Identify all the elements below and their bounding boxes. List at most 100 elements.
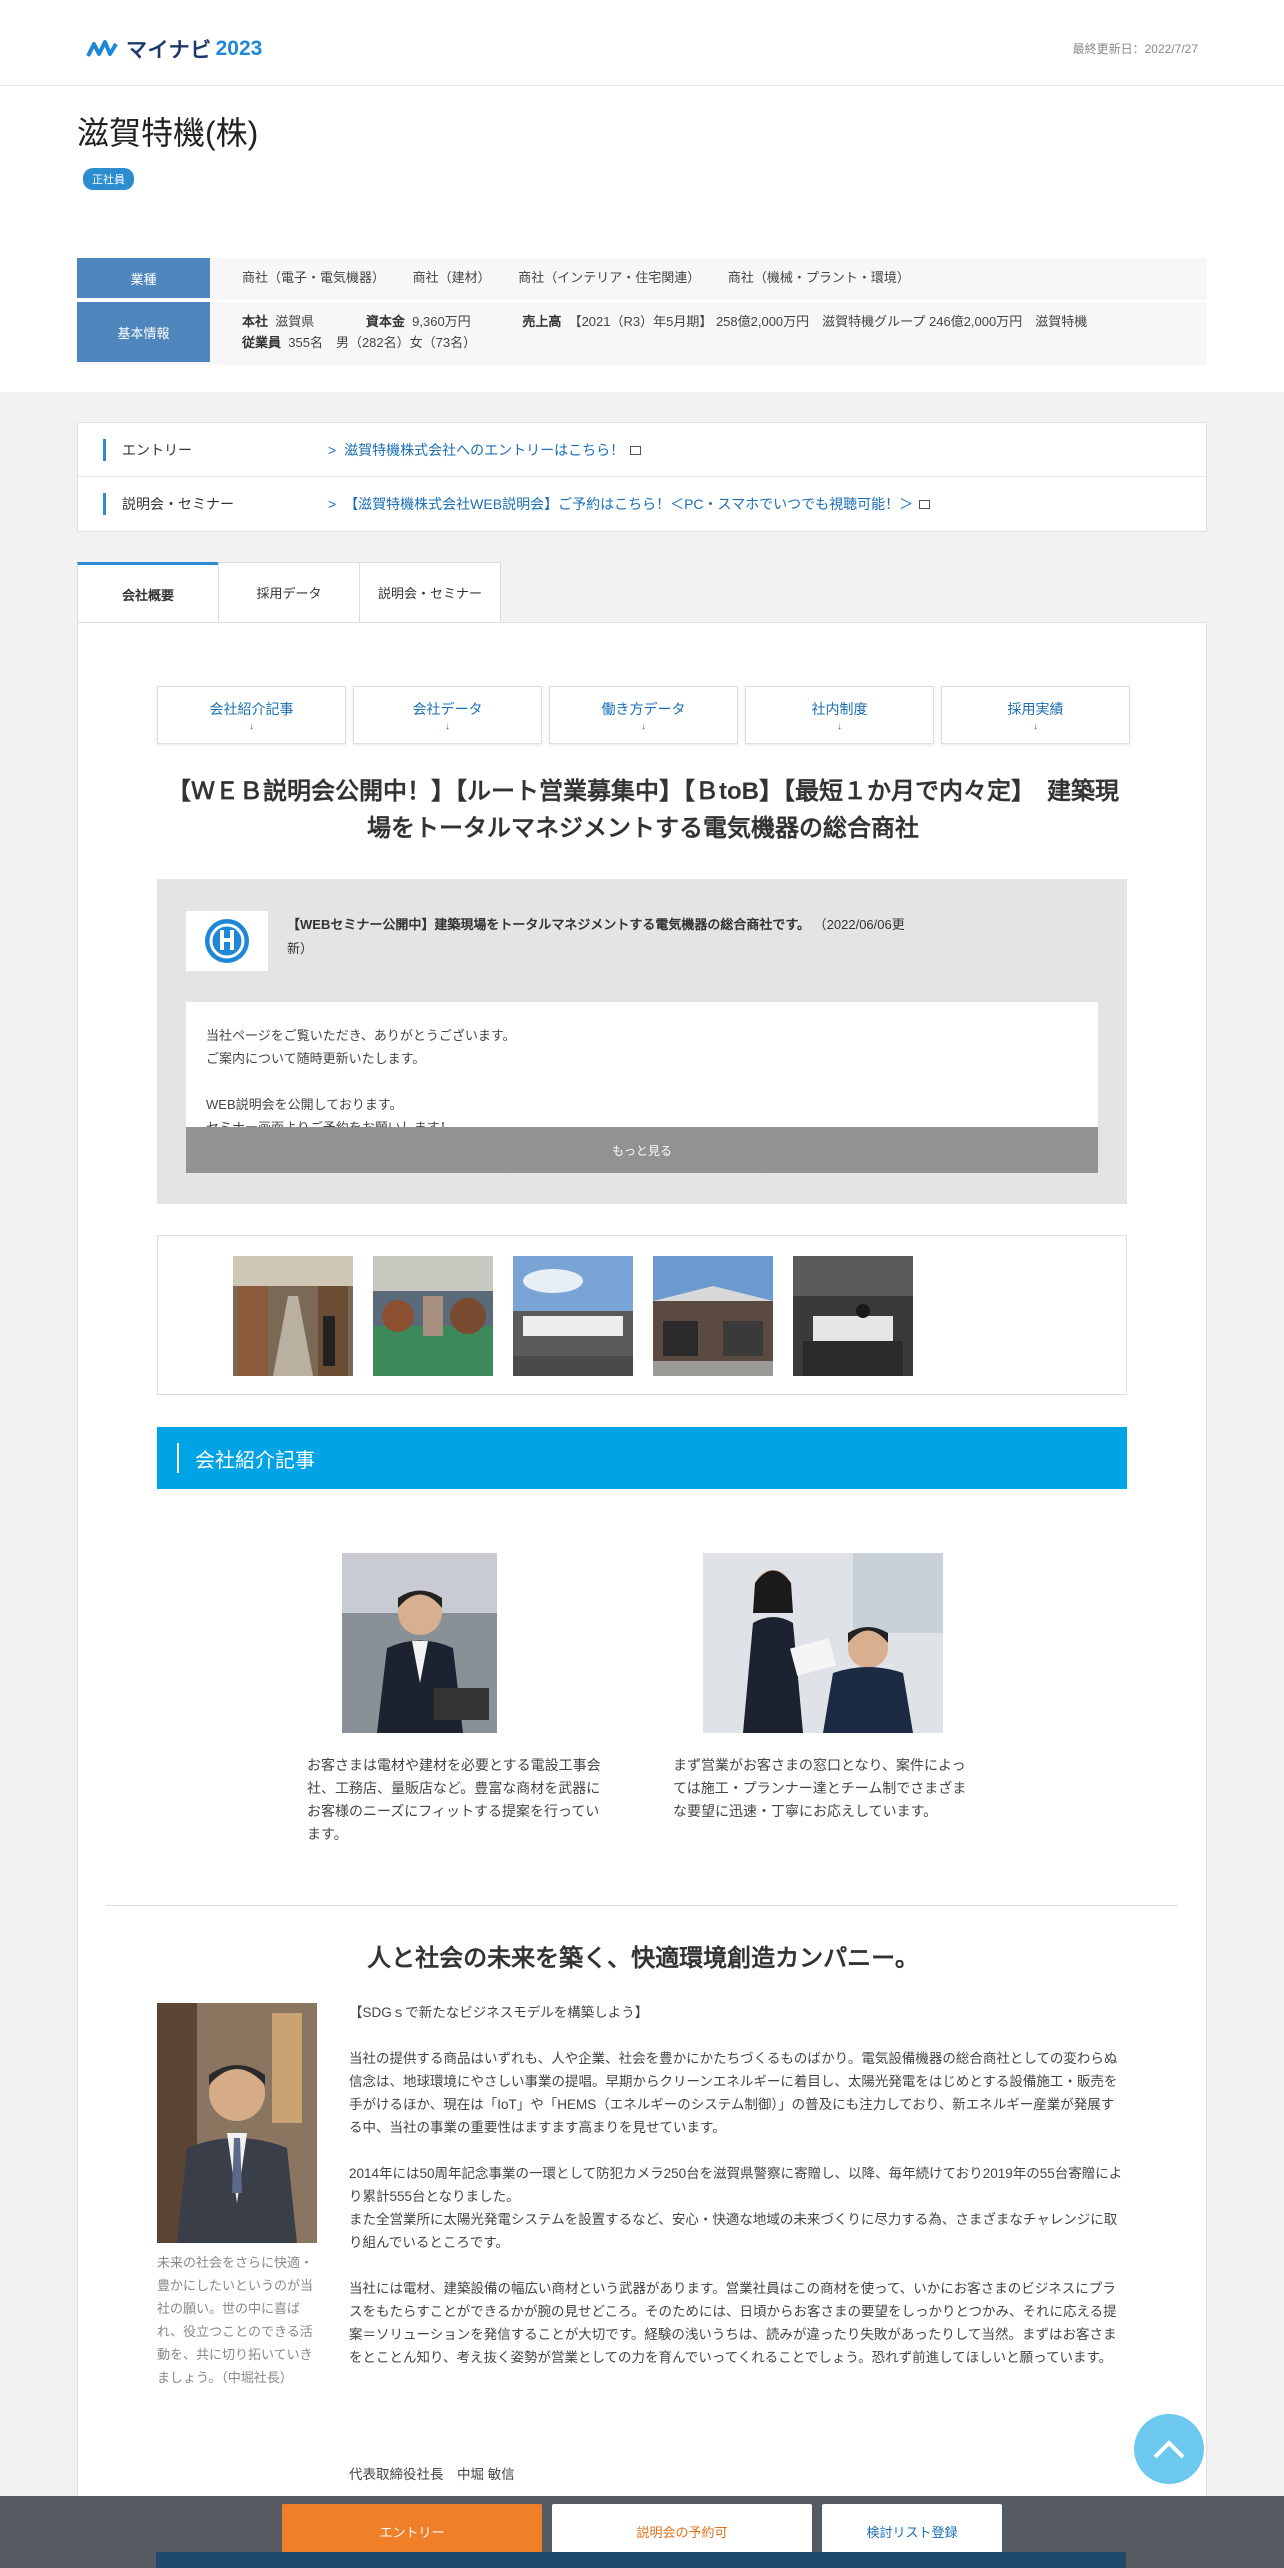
president-caption: 未来の社会をさらに快適・豊かにしたいというのが当社の願い。世の中に喜ばれ、役立つ… [157,2255,314,2385]
section-nav: 会社紹介記事 ↓ 会社データ ↓ 働き方データ ↓ 社内制度 ↓ 採用実績 ↓ [157,686,1130,744]
read-more-button[interactable]: もっと見る [186,1127,1098,1173]
sales-value: 【2021（R3）年5月期】 258億2,000万円 滋賀特機グループ 246億… [568,314,1088,329]
company-name: 滋賀特機(株) [77,115,259,151]
article-photo[interactable] [703,1553,943,1733]
industry-values: 商社（電子・電気機器） 商社（建材） 商社（インテリア・住宅関連） 商社（機械・… [210,258,1207,300]
arrow-down-icon: ↓ [445,720,450,732]
seminar-link-text: 【滋賀特機株式会社WEB説明会】ご予約はこちら！＜PC・スマホでいつでも視聴可能… [344,496,914,512]
last-updated: 最終更新日：2022/7/27 [1072,42,1198,56]
basic-info-values: 本社 滋賀県 資本金 9,360万円 売上高 【2021（R3）年5月期】 25… [210,302,1207,365]
mynavi-logo[interactable]: マイナビ 2023 [86,34,262,64]
entry-link-row: エントリー > 滋賀特機株式会社へのエントリーはこちら！ [78,423,1206,477]
section-nav-company-data[interactable]: 会社データ ↓ [353,686,542,744]
section-nav-hiring-results[interactable]: 採用実績 ↓ [941,686,1130,744]
page-tabs: 会社概要 採用データ 説明会・セミナー [77,562,501,624]
president-signature: 代表取締役社長 中堀 敏信 [349,2467,515,2482]
gallery-photo[interactable] [373,1256,493,1376]
company-logo-icon [186,911,268,971]
pr-line: ご案内について随時更新いたします。 [206,1051,426,1066]
section-title: 会社紹介記事 [195,1449,315,1472]
article-text: お客さまは電材や建材を必要とする電設工事会社、工務店、量販店など。豊富な商材を武… [307,1757,601,1842]
logo-year: 2023 [215,37,263,60]
pr-line [206,1070,1078,1093]
logo-text: マイナビ [126,39,212,62]
pr-line: WEB説明会を公開しております。 [206,1097,403,1112]
section-nav-articles[interactable]: 会社紹介記事 ↓ [157,686,346,744]
external-link-icon [919,500,931,509]
tab-seminars[interactable]: 説明会・セミナー [359,562,501,622]
hq-key: 本社 [242,314,269,329]
entry-label: エントリー [103,438,328,461]
chevron-right-icon: > [328,496,337,512]
section-nav-label: 会社紹介記事 [209,700,294,717]
entry-link-text: 滋賀特機株式会社へのエントリーはこちら！ [344,441,625,458]
capital-key: 資本金 [365,314,405,329]
gallery-photo[interactable] [513,1256,633,1376]
section-header-articles: 会社紹介記事 [157,1427,1127,1489]
industry-item: 商社（機械・プラント・環境） [727,270,910,285]
company-catchphrase: 【ＷＥＢ説明会公開中！】【ルート営業募集中】【ＢtoB】【最短１か月で内々定】 … [167,778,1119,842]
entry-link[interactable]: > 滋賀特機株式会社へのエントリーはこちら！ [328,440,642,460]
article-card: まず営業がお客さまの窓口となり、案件によっては施工・プランナー達とチーム制でさま… [673,1553,973,1823]
gallery-photo[interactable] [793,1256,913,1376]
arrow-down-icon: ↓ [1033,720,1038,732]
seminar-reserve-button[interactable]: 説明会の予約可 [552,2504,812,2558]
seminar-link[interactable]: > 【滋賀特機株式会社WEB説明会】ご予約はこちら！＜PC・スマホでいつでも視聴可… [328,494,931,514]
seminar-link-row: 説明会・セミナー > 【滋賀特機株式会社WEB説明会】ご予約はこちら！＜PC・スマ… [78,477,1206,531]
action-links: エントリー > 滋賀特機株式会社へのエントリーはこちら！ 説明会・セミナー > 【滋… [77,422,1207,532]
message-paragraph: 当社の提供する商品はいずれも、人や企業、社会を豊かにかたちづくるものばかり。電気… [349,2051,1118,2135]
industry-item: 商社（インテリア・住宅関連） [518,270,701,285]
chevron-up-icon [1153,2440,1185,2459]
add-to-list-button[interactable]: 検討リスト登録 [822,2504,1002,2558]
section-nav-systems[interactable]: 社内制度 ↓ [745,686,934,744]
employment-type-badge: 正社員 [83,168,134,190]
tab-recruitment-data[interactable]: 採用データ [218,562,360,622]
pr-message-box: 【WEBセミナー公開中】建築現場をトータルマネジメントする電気機器の総合商社です… [157,879,1127,1204]
industry-row: 業種 商社（電子・電気機器） 商社（建材） 商社（インテリア・住宅関連） 商社（… [77,258,1207,300]
gallery-photo[interactable] [233,1256,353,1376]
gallery-photo[interactable] [653,1256,773,1376]
industry-item: 商社（電子・電気機器） [242,270,386,285]
article-text: まず営業がお客さまの窓口となり、案件によっては施工・プランナー達とチーム制でさま… [673,1757,967,1819]
arrow-down-icon: ↓ [837,720,842,732]
message-paragraph: 【SDGｓで新たなビジネスモデルを構築しよう】 [349,2005,649,2020]
footer-strip [156,2552,1126,2568]
section-nav-label: 働き方データ [601,700,686,717]
industry-item: 商社（建材） [412,270,491,285]
arrow-down-icon: ↓ [249,720,254,732]
company-info-table: 業種 商社（電子・電気機器） 商社（建材） 商社（インテリア・住宅関連） 商社（… [77,258,1207,367]
arrow-down-icon: ↓ [641,720,646,732]
president-photo [157,2003,317,2243]
message-headline: 人と社会の未来を築く、快適環境創造カンパニー。 [367,1945,919,1972]
company-overview-panel: 会社紹介記事 ↓ 会社データ ↓ 働き方データ ↓ 社内制度 ↓ 採用実績 ↓ 【ＷＥＢ説… [77,622,1207,2568]
article-card: お客さまは電材や建材を必要とする電設工事会社、工務店、量販店など。豊富な商材を武… [307,1553,607,1846]
external-link-icon [630,445,642,455]
section-nav-work-data[interactable]: 働き方データ ↓ [549,686,738,744]
company-header: 滋賀特機(株) 正社員 [0,86,1284,246]
section-nav-label: 会社データ [412,700,483,717]
capital-value: 9,360万円 [412,314,471,329]
message-paragraph: 2014年には50周年記念事業の一環として防犯カメラ250台を滋賀県警察に寄贈し… [349,2166,1123,2250]
pr-title-text: 【WEBセミナー公開中】建築現場をトータルマネジメントする電気機器の総合商社です… [287,917,811,932]
hq-value: 滋賀県 [275,314,315,329]
industry-label: 業種 [77,258,210,298]
section-nav-label: 採用実績 [1007,700,1064,717]
pr-body: 当社ページをご覧いただき、ありがとうございます。 ご案内について随時更新いたしま… [186,1002,1098,1128]
tab-company-overview[interactable]: 会社概要 [77,562,219,624]
article-photo[interactable] [342,1553,497,1733]
photo-gallery [157,1235,1127,1395]
entry-button[interactable]: エントリー [282,2504,542,2558]
employees-key: 従業員 [242,335,282,350]
company-message: 【SDGｓで新たなビジネスモデルを構築しよう】 当社の提供する商品はいずれも、人… [349,2001,1127,2392]
section-nav-label: 社内制度 [811,700,868,717]
seminar-label: 説明会・セミナー [103,493,328,515]
basic-info-label: 基本情報 [77,302,210,362]
back-to-top-button[interactable] [1134,2414,1204,2484]
pr-title: 【WEBセミナー公開中】建築現場をトータルマネジメントする電気機器の総合商社です… [287,913,907,961]
basic-info-row: 基本情報 本社 滋賀県 資本金 9,360万円 売上高 【2021（R3）年5月… [77,302,1207,365]
employees-value: 355名 男（282名）女（73名） [288,335,477,350]
mynavi-logo-icon [86,40,118,57]
top-header: マイナビ 2023 最終更新日：2022/7/27 [0,0,1284,86]
sales-key: 売上高 [522,314,562,329]
message-paragraph: 当社には電材、建築設備の幅広い商材という武器があります。営業社員はこの商材を使っ… [349,2281,1117,2365]
